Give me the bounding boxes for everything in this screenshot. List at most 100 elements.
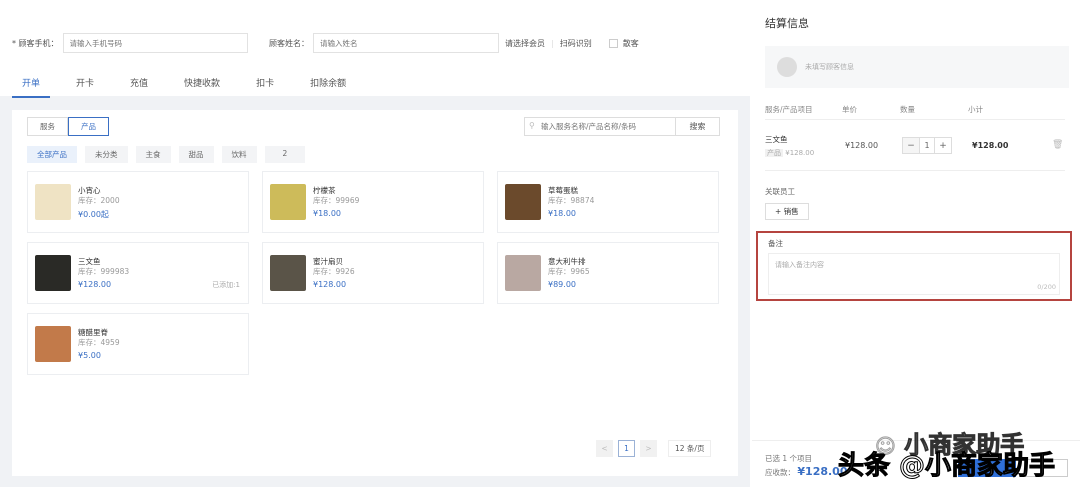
category-uncategorized[interactable]: 未分类 — [85, 146, 128, 163]
product-stock: 库存：98874 — [548, 196, 595, 205]
walkin-checkbox[interactable] — [608, 39, 618, 48]
phone-field: * 顾客手机： — [12, 33, 248, 53]
product-price: ¥5.00 — [78, 351, 101, 360]
search-icon: ⚲ — [529, 121, 535, 130]
trash-icon[interactable]: 🗑 — [1052, 140, 1063, 150]
category-drinks[interactable]: 饮料 — [221, 146, 257, 163]
add-sales-button[interactable]: + 销售 — [765, 203, 809, 220]
walkin-label: 散客 — [622, 39, 639, 48]
header-subtotal: 小计 — [968, 105, 983, 114]
header-item: 服务/产品项目 — [765, 105, 813, 114]
tab-open-order[interactable]: 开单 — [12, 72, 51, 98]
product-image — [505, 255, 541, 291]
search-button[interactable]: 搜索 — [676, 117, 720, 136]
tab-recharge[interactable]: 充值 — [120, 72, 158, 98]
quantity-input[interactable]: 1 — [919, 138, 935, 153]
note-char-count: 0/200 — [1037, 283, 1056, 291]
tabs: 开单 开卡 充值 快捷收款 扣卡 扣除余额 — [12, 72, 372, 98]
product-price: ¥128.00 — [313, 280, 347, 289]
product-card[interactable]: 柠檬茶 库存：99969 ¥18.00 — [262, 171, 484, 233]
quantity-stepper: − 1 + — [902, 137, 952, 154]
product-stock: 库存：4959 — [78, 338, 120, 347]
product-price: ¥128.00 — [78, 280, 112, 289]
staff-label: 关联员工 — [765, 187, 795, 196]
product-image — [270, 255, 306, 291]
increase-button[interactable]: + — [935, 138, 951, 153]
category-filter: 全部产品 未分类 主食 甜品 饮料 2 — [27, 146, 313, 163]
product-price: ¥0.00起 — [78, 210, 109, 219]
product-image — [35, 326, 71, 362]
product-stock: 库存：9965 — [548, 267, 590, 276]
segment-product[interactable]: 产品 — [68, 117, 109, 136]
main-area: * 顾客手机： 顾客姓名： 请选择会员 | 扫码识别 散客 开单 开卡 充值 快… — [0, 0, 750, 487]
checkout-footer: 已选 1 个项目 应收款： ¥128.00 — [752, 440, 1080, 487]
product-image — [35, 184, 71, 220]
decrease-button[interactable]: − — [903, 138, 919, 153]
scan-link[interactable]: 扫码识别 — [560, 38, 592, 49]
item-unit-price: ¥128.00 — [845, 141, 879, 150]
product-card[interactable]: 糖醋里脊 库存：4959 ¥5.00 — [27, 313, 249, 375]
member-field: 请选择会员 | 扫码识别 散客 — [505, 38, 639, 49]
note-section: 备注 请输入备注内容 0/200 — [756, 231, 1072, 301]
avatar — [777, 57, 797, 77]
receivable-amount: ¥128.00 — [797, 465, 848, 478]
customer-bar: * 顾客手机： 顾客姓名： 请选择会员 | 扫码识别 散客 开单 开卡 充值 快… — [0, 0, 750, 98]
phone-input[interactable] — [62, 33, 248, 53]
divider — [765, 119, 1065, 120]
product-stock: 库存：2000 — [78, 196, 120, 205]
category-dessert[interactable]: 甜品 — [178, 146, 214, 163]
divider — [765, 170, 1065, 171]
item-orig-price: ¥128.00 — [785, 149, 815, 157]
product-card[interactable]: 蜜汁扇贝 库存：9926 ¥128.00 — [262, 242, 484, 304]
page-size-select[interactable]: 12 条/页 — [668, 440, 712, 457]
tab-deduct-card[interactable]: 扣卡 — [246, 72, 284, 98]
checkout-panel: 结算信息 未填写顾客信息 服务/产品项目 单价 数量 小计 三文鱼 产品 ¥12… — [752, 0, 1080, 487]
note-label: 备注 — [768, 239, 783, 248]
category-staple[interactable]: 主食 — [135, 146, 171, 163]
product-card[interactable]: 意大利牛排 库存：9965 ¥89.00 — [497, 242, 719, 304]
category-all[interactable]: 全部产品 — [27, 146, 77, 163]
header-unit-price: 单价 — [842, 105, 857, 114]
product-card[interactable]: 草莓蛋糕 库存：98874 ¥18.00 — [497, 171, 719, 233]
secondary-button[interactable] — [1024, 459, 1068, 477]
checkout-button[interactable] — [958, 459, 1016, 477]
product-price: ¥89.00 — [548, 280, 576, 289]
item-subtotal: ¥128.00 — [972, 141, 1009, 150]
no-customer-text: 未填写顾客信息 — [805, 63, 854, 71]
pagination: < 1 > 12 条/页 — [596, 440, 716, 457]
type-toggle: 服务 产品 — [27, 117, 109, 136]
search-bar: ⚲ 搜索 — [524, 117, 720, 136]
item-name: 三文鱼 — [765, 135, 788, 144]
product-image — [270, 184, 306, 220]
product-card[interactable]: 三文鱼 库存：999983 ¥128.00 已添加:1 — [27, 242, 249, 304]
product-stock: 库存：999983 — [78, 267, 130, 276]
product-card[interactable]: 小宵心 库存：2000 ¥0.00起 — [27, 171, 249, 233]
checkout-title: 结算信息 — [765, 17, 809, 30]
item-tag: 产品 — [765, 149, 783, 157]
page-1[interactable]: 1 — [618, 440, 635, 457]
receivable-label: 应收款： — [765, 468, 795, 477]
select-member-link[interactable]: 请选择会员 — [505, 38, 545, 49]
name-input[interactable] — [313, 33, 499, 53]
header-qty: 数量 — [900, 105, 915, 114]
product-price: ¥18.00 — [548, 209, 576, 218]
category-2[interactable]: 2 — [264, 146, 306, 163]
product-price: ¥18.00 — [313, 209, 341, 218]
tab-deduct-balance[interactable]: 扣除余额 — [300, 72, 356, 98]
product-image — [35, 255, 71, 291]
name-label: 顾客姓名： — [269, 38, 309, 48]
next-page-button[interactable]: > — [640, 440, 657, 457]
product-stock: 库存：99969 — [313, 196, 360, 205]
note-textarea[interactable]: 请输入备注内容 — [768, 253, 1060, 295]
product-stock: 库存：9926 — [313, 267, 355, 276]
phone-label: * 顾客手机： — [12, 38, 59, 48]
tab-open-card[interactable]: 开卡 — [66, 72, 104, 98]
name-field: 顾客姓名： — [269, 33, 499, 53]
added-count: 已添加:1 — [212, 281, 240, 289]
selected-count: 已选 1 个项目 — [765, 454, 813, 463]
customer-info[interactable]: 未填写顾客信息 — [765, 46, 1069, 88]
prev-page-button[interactable]: < — [596, 440, 613, 457]
search-input[interactable] — [524, 117, 676, 136]
tab-quick-pay[interactable]: 快捷收款 — [174, 72, 230, 98]
segment-service[interactable]: 服务 — [27, 117, 68, 136]
